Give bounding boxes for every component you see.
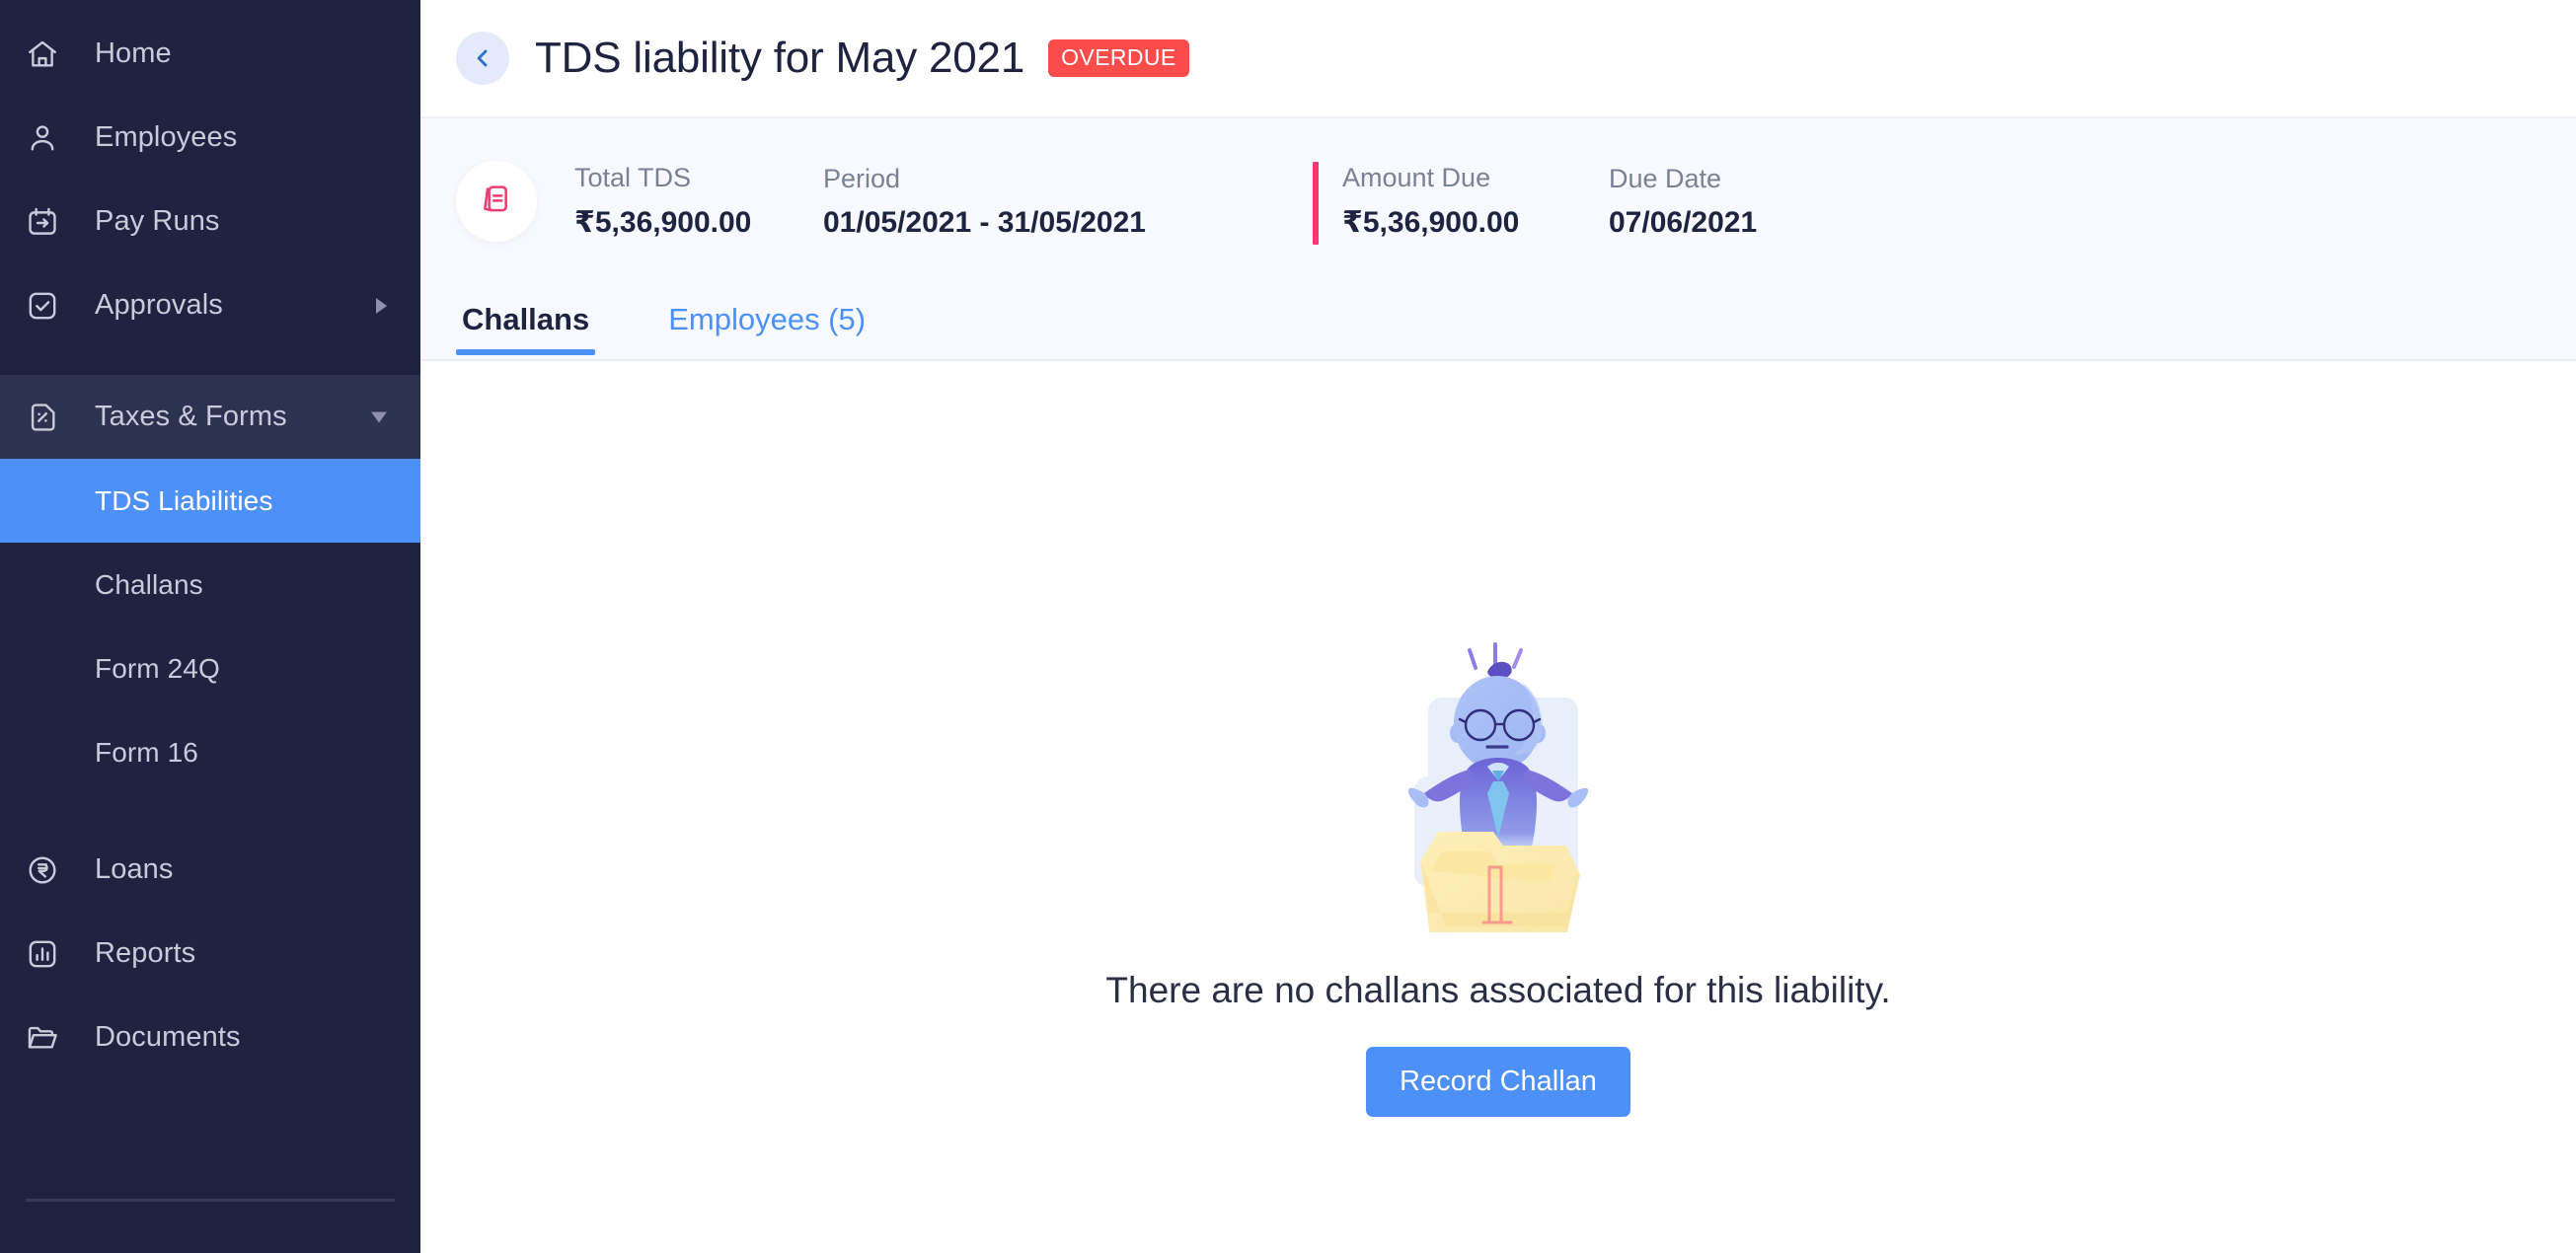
page-header: TDS liability for May 2021 OVERDUE: [420, 0, 2576, 116]
sidebar-item-label: Reports: [95, 937, 196, 969]
bar-chart-icon: [26, 937, 77, 971]
sidebar-item-label: Approvals: [95, 289, 223, 321]
amount-due-cell: Amount Due ₹5,36,900.00: [1313, 158, 1609, 245]
sidebar-item-home[interactable]: Home: [0, 12, 420, 96]
sidebar-item-label: Home: [95, 37, 172, 69]
liability-summary-bar: Total TDS ₹5,36,900.00 Period 01/05/2021…: [420, 116, 2576, 361]
status-badge: OVERDUE: [1048, 39, 1189, 77]
calendar-arrow-icon: [26, 205, 77, 239]
due-date-label: Due Date: [1609, 163, 1722, 193]
percent-doc-icon: [26, 401, 77, 434]
sidebar-item-employees[interactable]: Employees: [0, 96, 420, 180]
chevron-right-icon: [376, 297, 387, 314]
sidebar-item-label: TDS Liabilities: [95, 484, 273, 516]
home-icon: [26, 37, 77, 71]
folder-open-icon: [26, 1021, 77, 1055]
app-root: Home Employees Pay Runs Approvals Taxes …: [0, 0, 2576, 1253]
challans-content-area: There are no challans associated for thi…: [420, 361, 2576, 1253]
sidebar-item-taxes-and-forms[interactable]: Taxes & Forms: [0, 375, 420, 459]
chevron-down-icon: [371, 411, 387, 422]
summary-row: Total TDS ₹5,36,900.00 Period 01/05/2021…: [456, 118, 2576, 276]
user-icon: [26, 121, 77, 155]
sidebar-item-tds-liabilities[interactable]: TDS Liabilities: [0, 459, 420, 543]
period-cell: Period 01/05/2021 - 31/05/2021: [823, 158, 1313, 245]
amount-due-label: Amount Due: [1342, 163, 1491, 192]
page-title: TDS liability for May 2021: [535, 34, 1025, 82]
total-tds-cell: Total TDS ₹5,36,900.00: [574, 158, 823, 245]
due-date-value: 07/06/2021: [1609, 205, 1758, 239]
total-tds-value: ₹5,36,900.00: [574, 206, 752, 239]
tab-label: Employees (5): [668, 302, 867, 336]
tab-challans[interactable]: Challans: [456, 302, 596, 355]
sidebar-item-label: Form 24Q: [95, 652, 220, 684]
empty-state-message: There are no challans associated for thi…: [1105, 969, 1891, 1010]
sidebar: Home Employees Pay Runs Approvals Taxes …: [0, 0, 420, 1253]
due-date-cell: Due Date 07/06/2021: [1609, 158, 1905, 245]
amount-due-value: ₹5,36,900.00: [1342, 206, 1520, 239]
sidebar-item-form-24q[interactable]: Form 24Q: [0, 626, 420, 710]
tab-bar: Challans Employees (5): [456, 274, 2576, 355]
main-area: TDS liability for May 2021 OVERDUE Total…: [420, 0, 2576, 1253]
total-tds-label: Total TDS: [574, 163, 692, 192]
sidebar-item-form-16[interactable]: Form 16: [0, 710, 420, 794]
documents-stack-icon: [456, 161, 537, 242]
sidebar-item-label: Challans: [95, 568, 203, 600]
sidebar-item-reports[interactable]: Reports: [0, 912, 420, 995]
rupee-circle-icon: [26, 853, 77, 887]
sidebar-item-challans[interactable]: Challans: [0, 543, 420, 626]
record-challan-button[interactable]: Record Challan: [1366, 1046, 1630, 1117]
sidebar-item-label: Pay Runs: [95, 205, 220, 237]
sidebar-item-label: Form 16: [95, 736, 198, 768]
empty-state: There are no challans associated for thi…: [1105, 626, 1891, 1117]
tab-employees[interactable]: Employees (5): [662, 302, 871, 355]
chevron-left-icon: [477, 49, 488, 67]
sidebar-item-loans[interactable]: Loans: [0, 828, 420, 912]
sidebar-item-approvals[interactable]: Approvals: [0, 263, 420, 347]
sidebar-item-label: Loans: [95, 853, 174, 885]
tab-label: Challans: [462, 302, 590, 336]
check-square-icon: [26, 289, 77, 323]
sidebar-item-pay-runs[interactable]: Pay Runs: [0, 180, 420, 263]
sidebar-item-label: Employees: [95, 121, 238, 153]
period-value: 01/05/2021 - 31/05/2021: [823, 205, 1146, 239]
amount-due-accent-rule: [1313, 162, 1319, 245]
sidebar-item-label: Taxes & Forms: [95, 401, 287, 432]
sidebar-divider: [26, 1199, 395, 1202]
period-label: Period: [823, 163, 901, 193]
back-button[interactable]: [456, 32, 509, 85]
sidebar-item-documents[interactable]: Documents: [0, 995, 420, 1079]
genie-in-folder-illustration: [1407, 641, 1589, 932]
sidebar-item-label: Documents: [95, 1021, 241, 1053]
